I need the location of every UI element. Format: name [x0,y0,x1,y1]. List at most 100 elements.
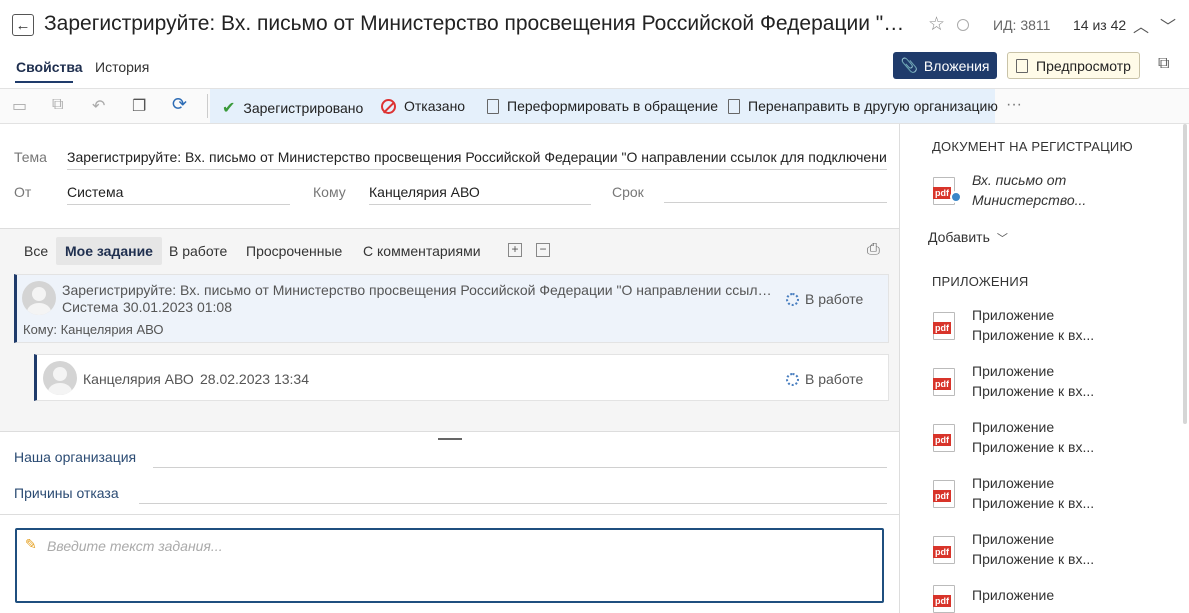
reason-field[interactable] [139,485,887,504]
attachment-subtitle[interactable]: Приложение к вх... [972,493,1094,513]
org-label: Наша организация [14,449,137,465]
to-label: Кому [313,184,346,200]
reason-label: Причины отказа [14,485,119,501]
pdf-file-icon[interactable]: pdf [933,368,955,396]
avatar [22,281,56,315]
chevron-up-icon[interactable]: ︿ [1133,13,1149,37]
save-icon[interactable]: ▭ [12,96,27,116]
title-bar: ← Зарегистрируйте: Вх. письмо от Министе… [0,0,1189,50]
attachments-section-header: ПРИЛОЖЕНИЯ [932,274,1029,289]
org-field[interactable] [153,449,887,468]
expand-all-icon[interactable]: + [508,243,522,257]
attachment-title[interactable]: Приложение [972,473,1054,493]
refresh-icon[interactable]: ⟳ [172,94,187,115]
document-icon [487,98,499,114]
pdf-file-icon[interactable]: pdf [933,312,955,340]
attachment-title[interactable]: Приложение [972,305,1054,325]
tab-history[interactable]: История [95,59,149,75]
attachment-title[interactable]: Приложение [972,585,1054,605]
attachment-subtitle[interactable]: Приложение к вх... [972,549,1094,569]
subtask-date: 28.02.2023 13:34 [200,371,309,387]
in-progress-icon [786,372,799,386]
back-arrow-icon[interactable]: ← [12,14,34,36]
in-progress-icon [786,292,799,306]
pdf-file-icon[interactable]: pdf [933,585,955,613]
rejected-action[interactable]: Отказано [381,98,465,114]
filter-overdue[interactable]: Просроченные [246,243,342,259]
check-icon: ✔ [222,100,236,117]
from-label: От [14,184,32,200]
subtask-status-label: В работе [805,371,864,387]
collapse-all-icon[interactable]: − [536,243,550,257]
deadline-label: Срок [612,184,644,200]
app-window: ← Зарегистрируйте: Вх. письмо от Министе… [0,0,1189,613]
preview-button-label: Предпросмотр [1036,57,1131,74]
preview-icon [1016,58,1029,73]
toolbar-divider [207,94,208,118]
filter-in-progress[interactable]: В работе [169,243,227,259]
paperclip-icon: 📎 [900,57,918,73]
tab-properties[interactable]: Свойства [16,59,83,75]
section-divider [0,514,899,515]
panel-divider [899,124,900,613]
task-author: Система [62,299,119,315]
print-icon[interactable]: ⎙ [867,241,880,259]
redirect-action[interactable]: Перенаправить в другую организацию [728,98,998,114]
preview-button[interactable]: Предпросмотр [1007,52,1140,79]
attachment-title[interactable]: Приложение [972,361,1054,381]
attachments-button-label: Вложения [923,57,990,74]
certificate-badge-icon [950,191,962,203]
task-title: Зарегистрируйте: Вх. письмо от Министерс… [62,282,777,298]
star-icon[interactable]: ☆ [928,13,945,36]
attachment-title[interactable]: Приложение [972,417,1054,437]
deadline-field[interactable] [664,184,887,203]
filter-with-comments[interactable]: С комментариями [363,243,481,259]
prohibited-icon [381,98,396,114]
pdf-file-icon[interactable]: pdf [933,480,955,508]
right-panel-scrollbar[interactable] [1183,124,1187,424]
avatar [43,361,77,395]
subject-label: Тема [14,149,47,165]
more-icon[interactable]: ··· [1006,96,1022,114]
task-status: В работе [786,291,863,307]
open-external-icon[interactable]: ⧉ [1158,55,1169,73]
subtask-author: Канцелярия АВО [83,371,194,387]
document-id: ИД: 3811 [993,17,1051,33]
pdf-file-icon[interactable]: pdf [933,536,955,564]
task-date: 30.01.2023 01:08 [123,299,232,315]
panel-resize-handle[interactable] [438,438,462,440]
task-input-placeholder: Введите текст задания... [47,538,223,554]
redirect-action-label: Перенаправить в другую организацию [748,98,998,114]
rejected-action-label: Отказано [404,98,466,114]
document-title: Зарегистрируйте: Вх. письмо от Министерс… [44,12,916,35]
from-field[interactable]: Система [67,184,290,205]
doc-name-line1[interactable]: Вх. письмо от [972,170,1066,190]
filter-my-task[interactable]: Мое задание [56,237,162,265]
reform-action-label: Переформировать в обращение [507,98,719,114]
chevron-down-icon[interactable]: ﹀ [1160,13,1176,37]
undo-icon[interactable]: ↶ [92,96,105,116]
subtask-status: В работе [786,371,863,387]
save-all-icon[interactable]: ⧉ [52,96,63,114]
registered-action-label: Зарегистрировано [243,100,364,116]
attachment-subtitle[interactable]: Приложение к вх... [972,325,1094,345]
doc-name-line2[interactable]: Министерство... [972,190,1086,210]
record-counter: 14 из 42 [1073,17,1127,33]
task-status-label: В работе [805,291,864,307]
to-field[interactable]: Канцелярия АВО [369,184,591,205]
registered-action[interactable]: ✔ Зарегистрировано [222,98,363,118]
attachment-subtitle[interactable]: Приложение к вх... [972,437,1094,457]
reform-action[interactable]: Переформировать в обращение [487,98,718,114]
attachments-button[interactable]: 📎 Вложения [893,52,997,79]
pdf-file-icon[interactable]: pdf [933,424,955,452]
filter-all[interactable]: Все [24,243,48,259]
status-circle-icon[interactable] [957,19,969,31]
active-tab-indicator [15,81,73,83]
chevron-down-icon: ﹀ [993,233,1008,245]
subject-field[interactable]: Зарегистрируйте: Вх. письмо от Министерс… [67,149,887,170]
attachment-subtitle[interactable]: Приложение к вх... [972,381,1094,401]
copy-icon[interactable]: ❐ [132,96,146,116]
attachment-title[interactable]: Приложение [972,529,1054,549]
add-dropdown[interactable]: Добавить ﹀ [928,229,1008,246]
add-dropdown-label: Добавить [928,229,990,245]
